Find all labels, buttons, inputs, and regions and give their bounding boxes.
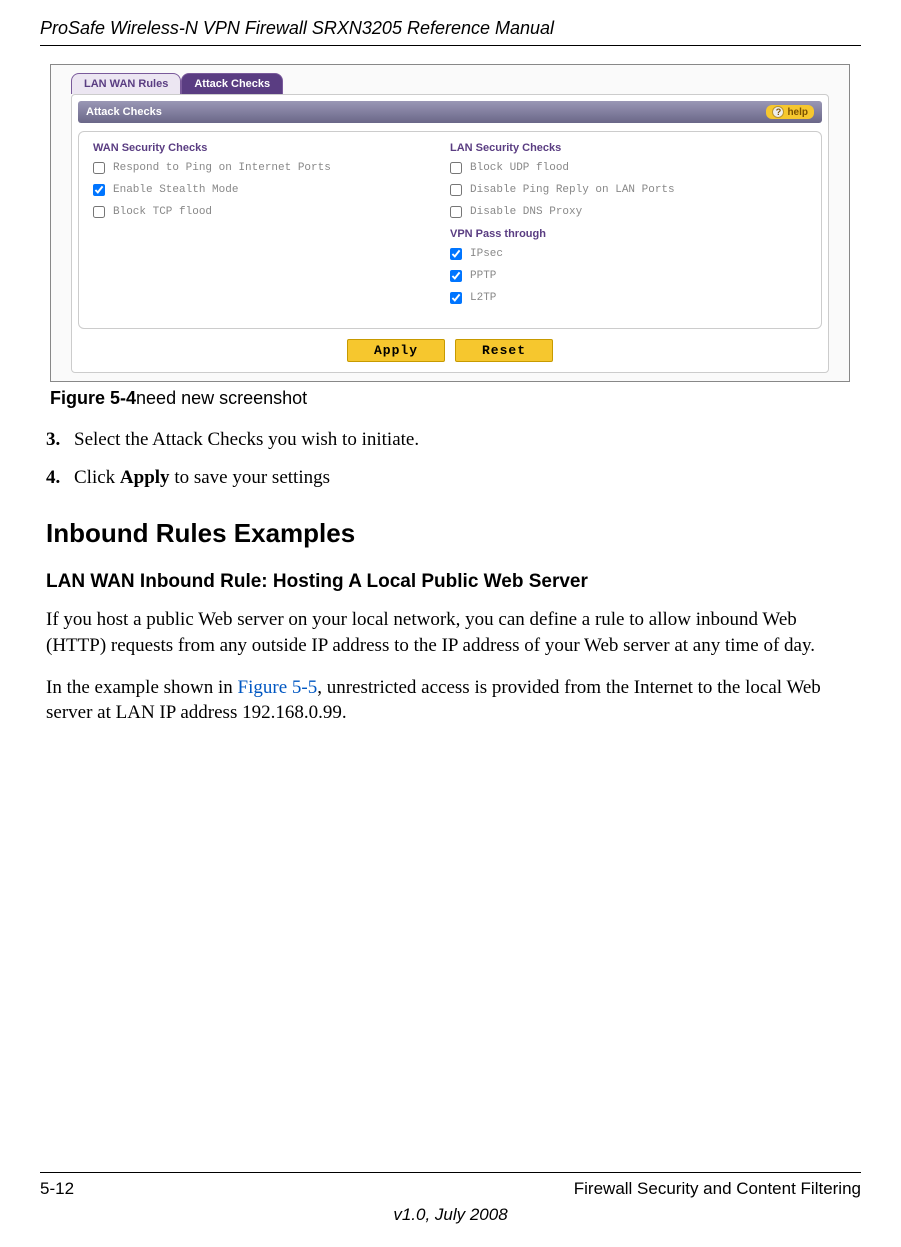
apply-word: Apply: [120, 467, 170, 488]
opt-disable-dns[interactable]: Disable DNS Proxy: [450, 206, 807, 218]
opt-respond-ping[interactable]: Respond to Ping on Internet Ports: [93, 162, 450, 174]
opt-label: Block TCP flood: [113, 206, 212, 218]
opt-l2tp[interactable]: L2TP: [450, 292, 807, 304]
footer-version: v1.0, July 2008: [40, 1205, 861, 1225]
apply-button[interactable]: Apply: [347, 339, 445, 362]
heading-inbound-rules: Inbound Rules Examples: [46, 518, 855, 549]
opt-label: Block UDP flood: [470, 162, 569, 174]
opt-disable-ping-lan[interactable]: Disable Ping Reply on LAN Ports: [450, 184, 807, 196]
checkbox-l2tp[interactable]: [450, 292, 462, 304]
paragraph-1: If you host a public Web server on your …: [46, 607, 855, 658]
panel: Attack Checks ? help WAN Security Checks…: [71, 94, 829, 373]
step-number: 3.: [46, 427, 74, 453]
opt-label: IPsec: [470, 248, 503, 260]
paragraph-2: In the example shown in Figure 5-5, unre…: [46, 675, 855, 726]
step-list: 3. Select the Attack Checks you wish to …: [46, 427, 855, 490]
footer-rule: [40, 1172, 861, 1173]
checkbox-respond-ping[interactable]: [93, 162, 105, 174]
checkbox-block-udp[interactable]: [450, 162, 462, 174]
step-number: 4.: [46, 465, 74, 491]
options-box: WAN Security Checks Respond to Ping on I…: [78, 131, 822, 329]
opt-label: L2TP: [470, 292, 496, 304]
reset-button[interactable]: Reset: [455, 339, 553, 362]
tab-lan-wan-rules[interactable]: LAN WAN Rules: [71, 73, 181, 94]
opt-label: Enable Stealth Mode: [113, 184, 238, 196]
checkbox-disable-ping-lan[interactable]: [450, 184, 462, 196]
figure-note: need new screenshot: [136, 388, 307, 408]
page-number: 5-12: [40, 1179, 74, 1199]
figure-number: Figure 5-4: [50, 388, 136, 408]
help-label: help: [787, 107, 808, 118]
tab-row: LAN WAN Rules Attack Checks: [55, 71, 845, 94]
page-header: ProSafe Wireless-N VPN Firewall SRXN3205…: [0, 0, 901, 45]
text-frag: to save your settings: [170, 467, 330, 488]
opt-block-udp[interactable]: Block UDP flood: [450, 162, 807, 174]
opt-pptp[interactable]: PPTP: [450, 270, 807, 282]
subheading-lan-wan-inbound: LAN WAN Inbound Rule: Hosting A Local Pu…: [46, 571, 855, 593]
figure-container: LAN WAN Rules Attack Checks Attack Check…: [0, 64, 901, 382]
text-frag: In the example shown in: [46, 677, 238, 698]
footer-row: 5-12 Firewall Security and Content Filte…: [40, 1179, 861, 1199]
step-text: Click Apply to save your settings: [74, 465, 330, 491]
opt-label: PPTP: [470, 270, 496, 282]
step-4: 4. Click Apply to save your settings: [46, 465, 855, 491]
tab-attack-checks[interactable]: Attack Checks: [181, 73, 283, 94]
checkbox-pptp[interactable]: [450, 270, 462, 282]
page-footer: 5-12 Firewall Security and Content Filte…: [40, 1172, 861, 1225]
section-name: Firewall Security and Content Filtering: [574, 1179, 861, 1199]
opt-stealth-mode[interactable]: Enable Stealth Mode: [93, 184, 450, 196]
vpn-heading: VPN Pass through: [450, 228, 807, 240]
lan-column: LAN Security Checks Block UDP flood Disa…: [450, 142, 807, 314]
checkbox-disable-dns[interactable]: [450, 206, 462, 218]
opt-ipsec[interactable]: IPsec: [450, 248, 807, 260]
section-title-bar: Attack Checks ? help: [78, 101, 822, 123]
button-row: Apply Reset: [78, 339, 822, 362]
wan-heading: WAN Security Checks: [93, 142, 450, 154]
text-frag: Click: [74, 467, 120, 488]
screenshot-figure: LAN WAN Rules Attack Checks Attack Check…: [50, 64, 850, 382]
wan-column: WAN Security Checks Respond to Ping on I…: [93, 142, 450, 314]
figure-caption: Figure 5-4need new screenshot: [50, 388, 851, 409]
step-text: Select the Attack Checks you wish to ini…: [74, 427, 419, 453]
opt-label: Respond to Ping on Internet Ports: [113, 162, 331, 174]
step-3: 3. Select the Attack Checks you wish to …: [46, 427, 855, 453]
help-icon: ?: [772, 106, 784, 118]
section-title: Attack Checks: [86, 106, 162, 118]
checkbox-block-tcp[interactable]: [93, 206, 105, 218]
lan-heading: LAN Security Checks: [450, 142, 807, 154]
opt-label: Disable Ping Reply on LAN Ports: [470, 184, 675, 196]
help-link[interactable]: ? help: [766, 105, 814, 119]
checkbox-ipsec[interactable]: [450, 248, 462, 260]
figure-link[interactable]: Figure 5-5: [238, 677, 318, 698]
opt-label: Disable DNS Proxy: [470, 206, 582, 218]
opt-block-tcp[interactable]: Block TCP flood: [93, 206, 450, 218]
header-rule: [40, 45, 861, 46]
checkbox-stealth-mode[interactable]: [93, 184, 105, 196]
